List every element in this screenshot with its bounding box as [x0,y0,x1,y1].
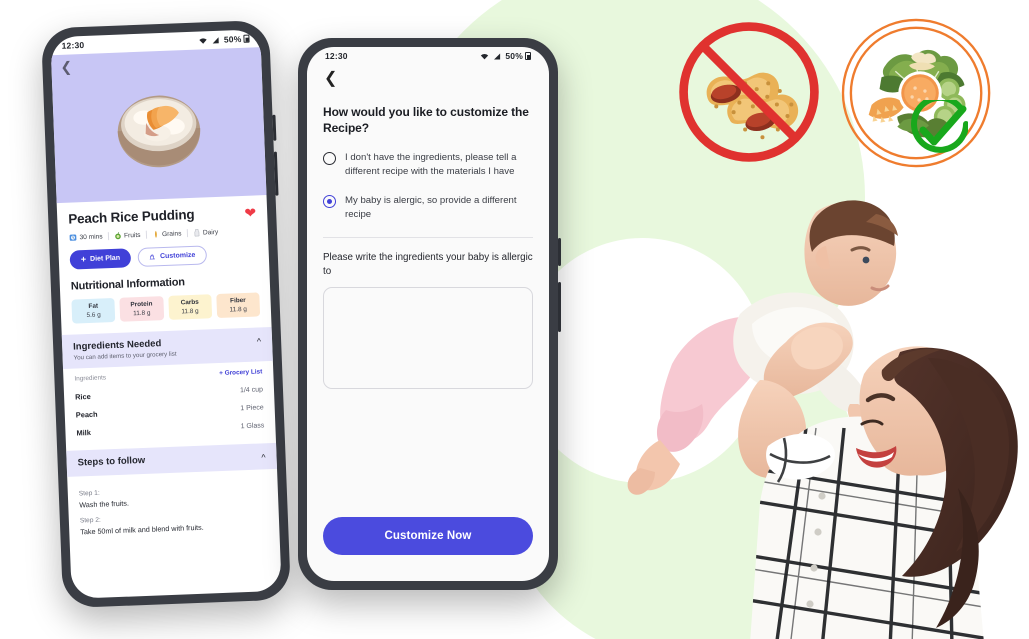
customize-button[interactable]: Customize [137,245,207,268]
peach-rice-pudding-bowl-image [117,95,201,168]
ingredients-column-label: Ingredients [74,374,107,383]
ingredient-qty: 1 Glass [240,421,265,430]
chip-fruits: Fruits [107,230,146,241]
customize-now-label: Customize Now [384,530,472,542]
battery-percent: 50% [223,33,242,45]
battery-indicator: 50% [224,34,250,45]
allergy-textarea[interactable] [323,287,533,390]
nutrition-label: Carbs [180,298,199,307]
ingredient-name: Peach [75,409,98,420]
customize-now-button[interactable]: Customize Now [323,517,533,555]
back-chevron-icon[interactable]: ❮ [324,71,533,87]
phone-customize-recipe: 12:30 50% ❮ How would you like to custom… [298,38,561,590]
ingredient-qty: 1 Piece [240,403,264,412]
recipe-hero: ❮ [50,47,267,204]
nutrition-card-carbs: Carbs 11.8 g [167,294,212,320]
radio-button-selected[interactable] [323,195,336,209]
radio-option-label: I don't have the ingredients, please tel… [345,152,517,178]
clock-icon [69,234,77,241]
grain-icon [154,230,157,238]
section-divider [323,237,533,238]
diet-plan-label: Diet Plan [89,254,121,263]
step-item: Step 1: Wash the fruits. [79,483,268,510]
nutrition-heading: Nutritional Information [70,276,185,293]
chip-duration-label: 30 mins [79,232,103,241]
wifi-icon [199,37,208,44]
steps-list: Step 1: Wash the fruits. Step 2: Take 50… [78,469,269,537]
customize-question: How would you like to customize the Reci… [323,105,529,136]
battery-icon [243,34,250,43]
nutrition-label: Protein [130,300,153,309]
chip-grains: Grains [145,229,187,239]
chip-fruits-label: Fruits [123,231,141,240]
nutrition-value: 11.8 g [229,305,248,314]
radio-option-label: My baby is alergic, so provide a differe… [345,195,517,221]
battery-percent: 50% [505,51,523,61]
radio-button-unselected[interactable] [323,152,336,166]
nutrition-card-fat: Fat 5.6 g [71,297,116,324]
recipe-title: Peach Rice Pudding [68,206,195,227]
poster-canvas: 12:30 50% ❮ Peach Rice Pudding ❤ 30 mins… [0,0,1029,639]
chip-dairy-label: Dairy [202,228,219,237]
mother-lifting-baby-photo [627,200,1018,639]
radio-option-allergic[interactable]: My baby is alergic, so provide a differe… [323,194,533,222]
steps-panel-title: Steps to follow [77,454,146,469]
plus-icon: + [80,254,87,265]
ingredient-name: Milk [76,427,92,438]
customize-icon [149,254,156,260]
signal-icon [494,52,501,60]
nutrition-value: 11.8 g [181,307,199,316]
recipe-tag-chips: 30 mins Fruits Grains Dairy [69,226,257,241]
nutrition-value: 11.8 g [133,309,151,318]
nutrition-value: 5.6 g [86,311,101,320]
dairy-icon [194,229,199,237]
grocery-list-link[interactable]: + Grocery List [219,368,262,377]
back-chevron-icon[interactable]: ❮ [60,58,72,74]
nutrition-card-fiber: Fiber 11.8 g [216,292,261,319]
nutrition-cards: Fat 5.6 g Protein 11.8 g Carbs 11.8 g Fi… [71,292,261,324]
radio-option-no-ingredients[interactable]: I don't have the ingredients, please tel… [323,151,533,179]
screen-recipe-detail: 12:30 50% ❮ Peach Rice Pudding ❤ 30 mins… [50,29,282,599]
screen-customize-recipe: 12:30 50% ❮ How would you like to custom… [307,47,549,581]
allergy-input-label: Please write the ingredients your baby i… [323,252,533,277]
allergy-textarea-input[interactable] [324,288,532,389]
fruit-icon [114,232,121,240]
diet-plan-button[interactable]: + Diet Plan [69,248,132,270]
chevron-up-icon[interactable]: ^ [261,450,266,462]
recipe-action-buttons: + Diet Plan Customize [69,243,258,270]
status-bar-right: 12:30 50% [323,47,533,65]
ingredient-name: Rice [74,391,91,402]
chip-dairy: Dairy [186,227,224,238]
chip-duration: 30 mins [69,232,108,241]
nutrition-label: Fat [88,302,99,310]
battery-icon [525,52,531,60]
nutrition-card-protein: Protein 11.8 g [119,296,164,322]
status-time: 12:30 [325,51,348,61]
chevron-up-icon[interactable]: ^ [257,334,262,346]
status-time: 12:30 [61,39,85,51]
heart-icon[interactable]: ❤ [244,204,256,220]
phone-recipe-detail: 12:30 50% ❮ Peach Rice Pudding ❤ 30 mins… [40,19,292,609]
recipe-title-row: Peach Rice Pudding ❤ [68,204,256,227]
signal-icon [213,36,220,44]
chip-grains-label: Grains [161,229,182,238]
battery-indicator: 50% [505,51,531,61]
ingredients-panel-subtitle: You can add items to your grocery list [73,350,177,362]
customize-label: Customize [159,251,196,261]
nutrition-label: Fiber [229,296,246,305]
step-item: Step 2: Take 50ml of milk and blend with… [80,510,269,537]
wifi-icon [481,53,489,59]
ingredient-qty: 1/4 cup [239,385,264,394]
